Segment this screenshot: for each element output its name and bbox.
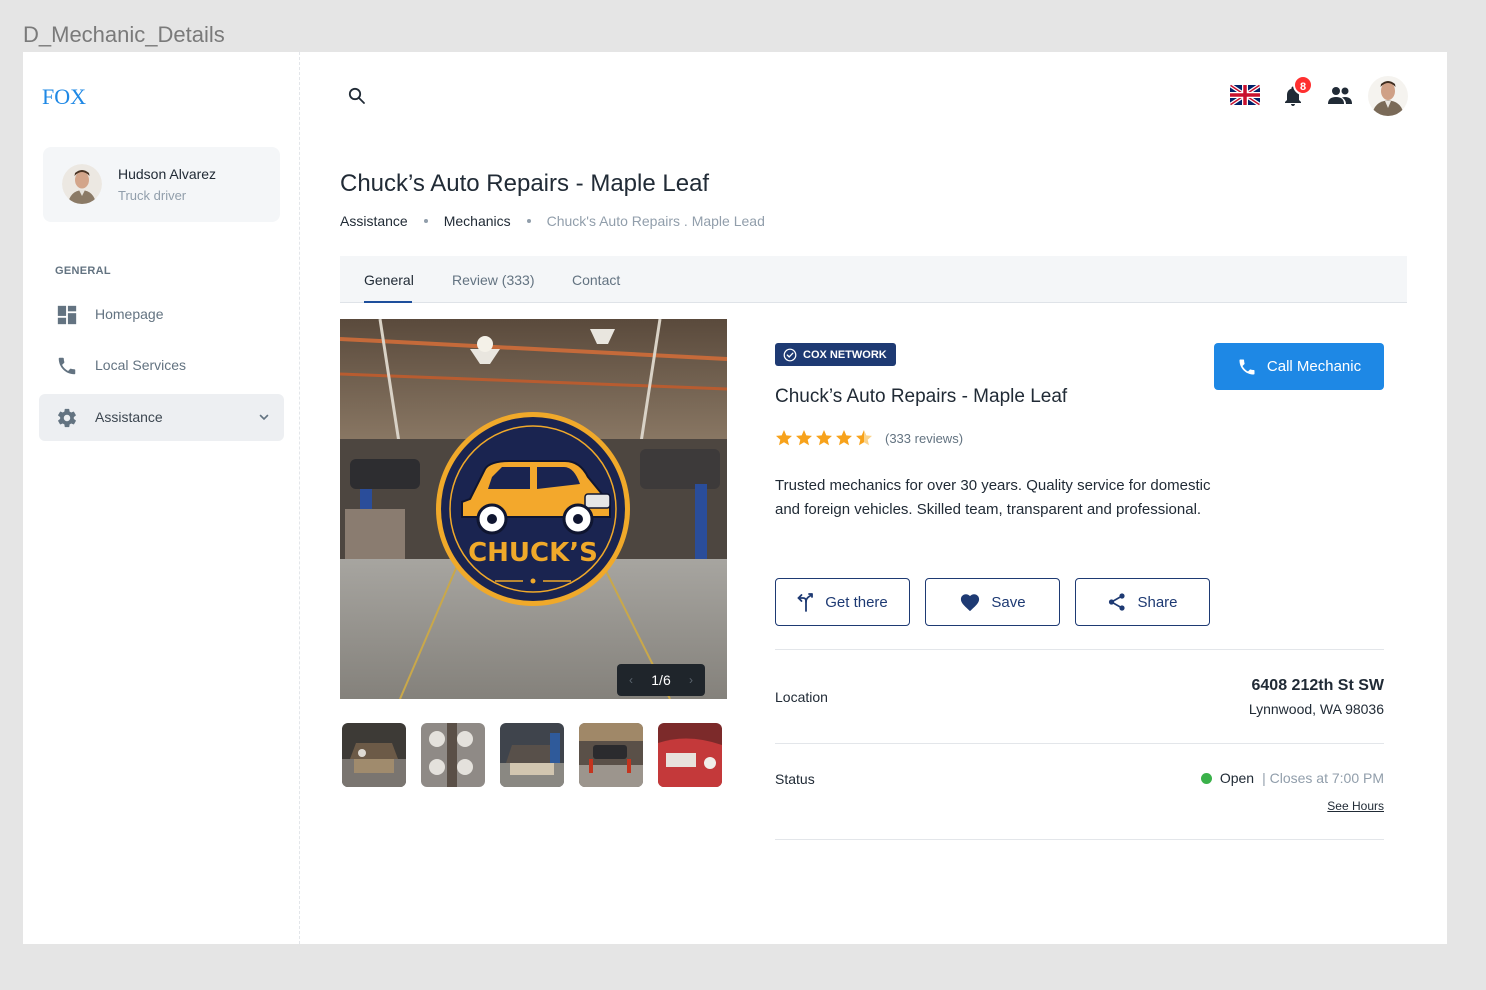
search-icon[interactable] bbox=[347, 86, 367, 106]
save-button[interactable]: Save bbox=[925, 578, 1060, 626]
breadcrumb-assistance[interactable]: Assistance bbox=[340, 213, 408, 229]
get-there-button[interactable]: Get there bbox=[775, 578, 910, 626]
business-description: Trusted mechanics for over 30 years. Qua… bbox=[775, 477, 1211, 518]
active-tab-indicator bbox=[364, 301, 412, 303]
thumbnail[interactable] bbox=[579, 723, 643, 787]
share-button[interactable]: Share bbox=[1075, 578, 1210, 626]
page-title: Chuck’s Auto Repairs - Maple Leaf bbox=[340, 170, 710, 197]
share-label: Share bbox=[1137, 593, 1178, 611]
status-dot bbox=[1200, 772, 1212, 784]
star-rating-icons bbox=[776, 430, 872, 446]
user-name: Hudson Alvarez bbox=[118, 166, 217, 182]
tab-review[interactable]: Review (333) bbox=[452, 272, 534, 288]
avatar bbox=[62, 164, 102, 204]
phone-icon bbox=[58, 357, 76, 375]
thumbnail[interactable] bbox=[342, 723, 406, 787]
divider bbox=[775, 743, 1384, 744]
breadcrumb-mechanics[interactable]: Mechanics bbox=[444, 213, 511, 229]
next-image-icon[interactable]: › bbox=[689, 664, 693, 696]
chevron-down-icon[interactable] bbox=[258, 411, 270, 423]
sidebar-item-label: Local Services bbox=[95, 357, 187, 373]
thumbnail[interactable] bbox=[500, 723, 564, 787]
address-line2: Lynnwood, WA 98036 bbox=[1248, 701, 1384, 717]
status-value: Open | Closes at 7:00 PM bbox=[1200, 770, 1384, 786]
uk-flag-icon[interactable] bbox=[1230, 84, 1260, 106]
see-hours-link[interactable]: See Hours bbox=[1327, 799, 1384, 813]
call-mechanic-button[interactable]: Call Mechanic bbox=[1214, 343, 1384, 390]
notification-badge: 8 bbox=[1293, 75, 1313, 95]
call-mechanic-label: Call Mechanic bbox=[1266, 358, 1362, 375]
sidebar-item-label: Assistance bbox=[95, 409, 163, 425]
location-label: Location bbox=[775, 689, 828, 705]
thumbnail-strip bbox=[342, 723, 722, 787]
tab-general[interactable]: General bbox=[364, 272, 414, 288]
image-counter-text: 1/6 bbox=[651, 672, 671, 688]
frame-label: D_Mechanic_Details bbox=[23, 22, 225, 47]
account-avatar[interactable] bbox=[1368, 76, 1408, 116]
logo-text: CHUCK’S bbox=[468, 538, 598, 568]
tab-bar: General Review (333) Contact bbox=[340, 256, 1407, 303]
directions-icon bbox=[797, 593, 814, 612]
sidebar-item-local-services[interactable]: Local Services bbox=[39, 342, 284, 389]
app-window: FOX Hudson Alvarez Truck driver GENERAL … bbox=[23, 52, 1447, 944]
business-name: Chuck’s Auto Repairs - Maple Leaf bbox=[775, 386, 1068, 407]
phone-icon bbox=[1239, 359, 1255, 374]
sidebar-item-label: Homepage bbox=[95, 306, 164, 322]
user-role: Truck driver bbox=[118, 188, 187, 203]
user-card[interactable]: Hudson Alvarez Truck driver bbox=[43, 147, 280, 222]
contacts-icon[interactable] bbox=[1327, 85, 1353, 107]
breadcrumb-separator bbox=[526, 219, 531, 223]
verified-icon bbox=[783, 348, 797, 361]
status-open: Open bbox=[1219, 770, 1255, 786]
address-line1: 6408 212th St SW bbox=[1251, 677, 1385, 694]
garage-photo: CHUCK’S bbox=[340, 319, 727, 699]
main-gallery-image[interactable]: CHUCK’S ‹ 1/6 › bbox=[340, 319, 727, 699]
dashboard-icon bbox=[57, 305, 77, 325]
breadcrumb-current: Chuck's Auto Repairs . Maple Lead bbox=[546, 213, 765, 229]
brand-logo[interactable]: FOX bbox=[42, 84, 86, 110]
sidebar-item-assistance[interactable]: Assistance bbox=[39, 394, 284, 441]
status-closing-time: | Closes at 7:00 PM bbox=[1262, 770, 1384, 786]
get-there-label: Get there bbox=[825, 593, 888, 611]
divider bbox=[775, 649, 1384, 650]
status-label: Status bbox=[775, 771, 815, 787]
heart-icon bbox=[961, 594, 980, 612]
divider bbox=[775, 839, 1384, 840]
tab-contact[interactable]: Contact bbox=[572, 272, 620, 288]
star-rating bbox=[775, 429, 873, 447]
network-badge-label: COX NETWORK bbox=[803, 348, 887, 361]
thumbnail[interactable] bbox=[658, 723, 722, 787]
reviews-count[interactable]: (333 reviews) bbox=[885, 431, 963, 446]
sidebar: FOX Hudson Alvarez Truck driver GENERAL … bbox=[23, 52, 300, 944]
network-badge: COX NETWORK bbox=[775, 343, 896, 366]
sidebar-item-homepage[interactable]: Homepage bbox=[39, 291, 284, 338]
prev-image-icon[interactable]: ‹ bbox=[629, 664, 633, 696]
breadcrumb-separator bbox=[423, 219, 428, 223]
save-label: Save bbox=[991, 593, 1026, 611]
gear-icon bbox=[58, 408, 76, 428]
breadcrumb: Assistance Mechanics Chuck's Auto Repair… bbox=[340, 213, 765, 229]
nav-section-header: GENERAL bbox=[55, 265, 111, 277]
thumbnail[interactable] bbox=[421, 723, 485, 787]
image-counter: ‹ 1/6 › bbox=[617, 664, 705, 696]
share-icon bbox=[1109, 593, 1126, 611]
